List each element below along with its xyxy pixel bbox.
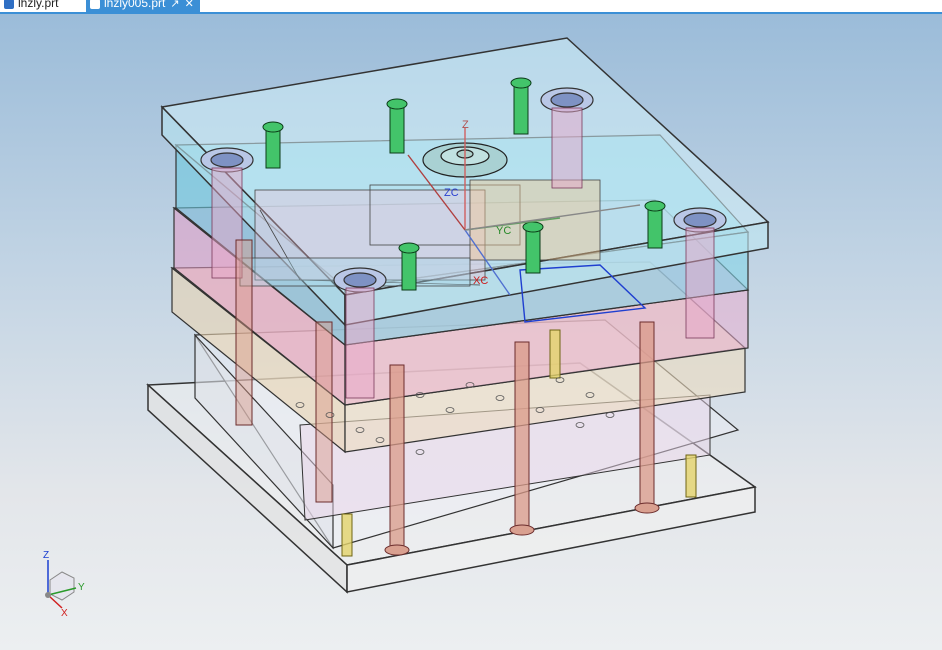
triad-z-label: Z <box>43 550 49 561</box>
undock-icon[interactable]: ↗ <box>170 0 179 9</box>
close-icon[interactable]: ✕ <box>185 0 194 9</box>
tab-label: lhzly005.prt <box>104 0 166 10</box>
triad-y-label: Y <box>78 582 85 593</box>
tab-lhzly[interactable]: lhzly.prt <box>0 0 64 12</box>
graphics-window[interactable]: Z ZC YC XC Z Y X <box>0 14 942 650</box>
wcs-zc-label: ZC <box>444 187 459 199</box>
mold-assembly-model: Z ZC YC XC Z Y X <box>43 37 770 619</box>
part-file-icon <box>4 0 14 9</box>
wcs-yc-label: YC <box>496 225 511 237</box>
wcs-z-label: Z <box>462 119 469 131</box>
document-tab-bar: lhzly.prt lhzly005.prt ↗ ✕ <box>0 0 942 14</box>
triad-x-label: X <box>61 608 68 619</box>
tab-label: lhzly.prt <box>18 0 59 10</box>
view-triad <box>45 560 77 609</box>
tab-lhzly005[interactable]: lhzly005.prt ↗ ✕ <box>86 0 200 12</box>
part-file-icon <box>90 0 100 9</box>
wcs-xc-label: XC <box>473 275 488 287</box>
